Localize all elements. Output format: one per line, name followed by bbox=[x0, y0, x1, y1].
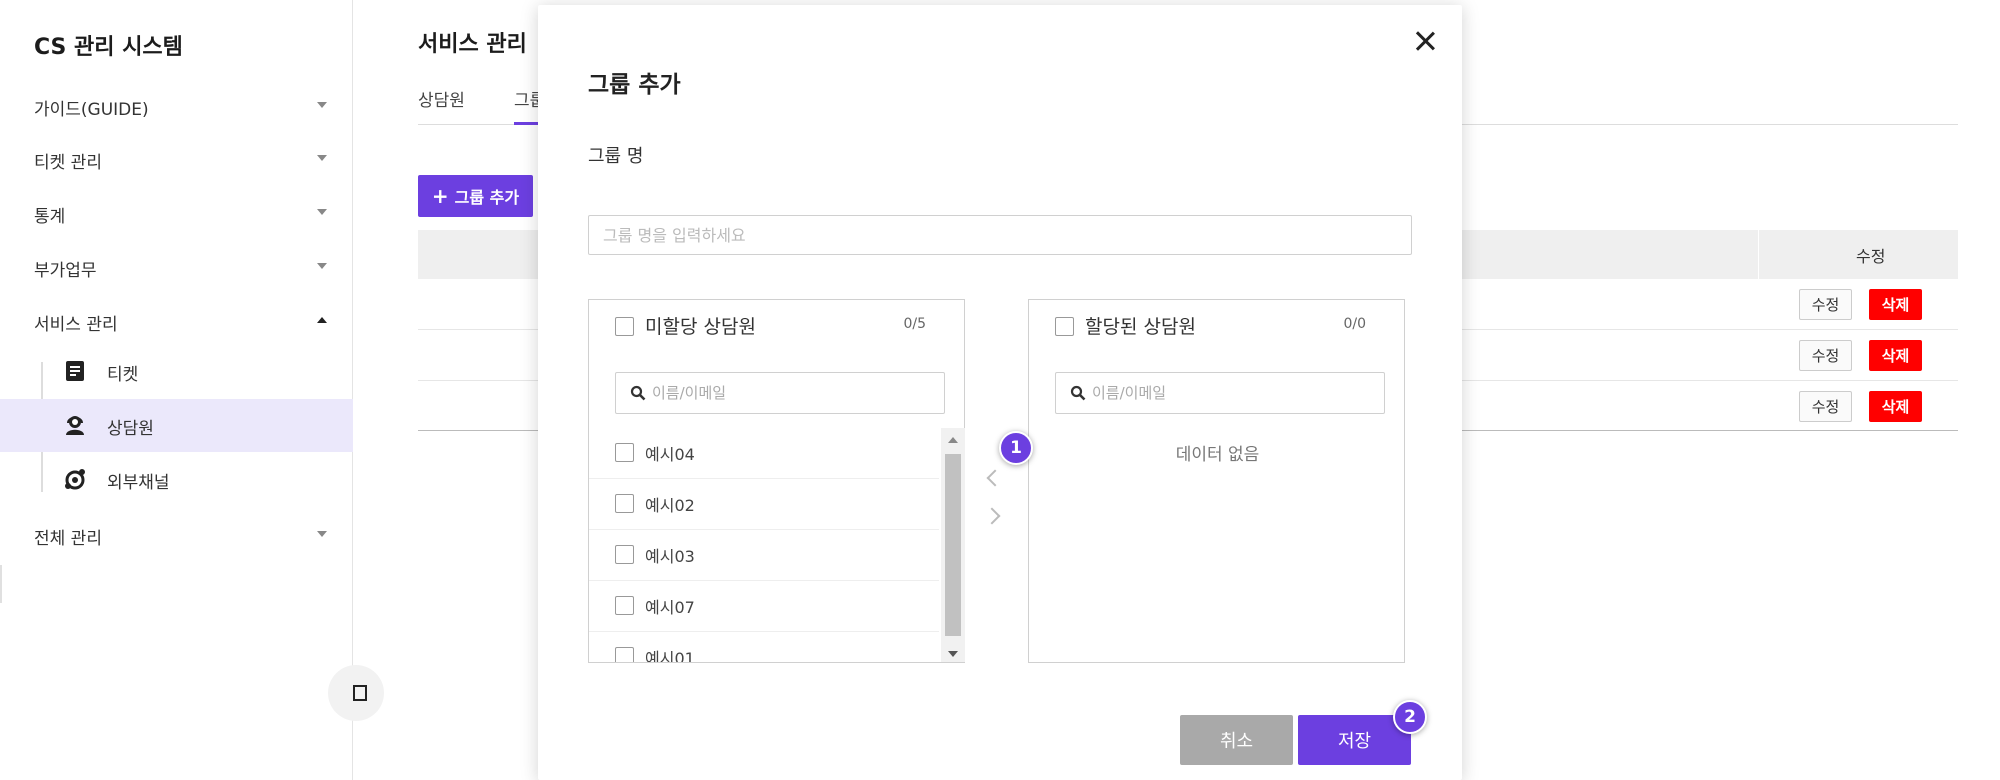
agent-name: 예시04 bbox=[645, 445, 695, 464]
unassigned-panel-title: 미할당 상담원 bbox=[645, 316, 756, 338]
unassigned-search-input[interactable] bbox=[652, 373, 932, 413]
sidebar-edge-marker bbox=[0, 565, 2, 603]
sidebar-item-label: 티켓 관리 bbox=[34, 153, 102, 173]
chevron-down-icon bbox=[317, 263, 327, 269]
unassigned-agents-panel: 미할당 상담원 0/5 예시04 예시02 예시03 bbox=[588, 299, 965, 663]
sidebar-subitem-ticket[interactable]: 티켓 bbox=[0, 345, 353, 398]
agent-name: 예시01 bbox=[645, 649, 695, 662]
group-name-input[interactable] bbox=[588, 215, 1412, 255]
sidebar-item-statistics[interactable]: 통계 bbox=[0, 187, 353, 239]
agent-checkbox[interactable] bbox=[615, 545, 634, 564]
sidebar-item-label: 서비스 관리 bbox=[34, 315, 118, 335]
agent-name: 예시02 bbox=[645, 496, 695, 515]
sidebar-subitem-external-channel[interactable]: 외부채널 bbox=[0, 453, 353, 506]
sidebar-item-label: 전체 관리 bbox=[34, 529, 102, 549]
list-item[interactable]: 예시04 bbox=[589, 428, 939, 479]
sidebar: CS 관리 시스템 가이드(GUIDE) 티켓 관리 통계 부가업무 서비스 관… bbox=[0, 0, 353, 780]
list-item[interactable]: 예시03 bbox=[589, 530, 939, 581]
ticket-icon bbox=[66, 361, 84, 381]
channel-icon bbox=[65, 469, 85, 490]
add-group-button[interactable]: + 그룹 추가 bbox=[418, 175, 533, 217]
chevron-down-icon bbox=[317, 531, 327, 537]
assigned-agents-panel: 할당된 상담원 0/0 데이터 없음 bbox=[1028, 299, 1405, 663]
delete-button[interactable]: 삭제 bbox=[1869, 340, 1922, 371]
modal-title: 그룹 추가 bbox=[588, 72, 681, 98]
scroll-up-arrow-icon[interactable] bbox=[948, 437, 958, 443]
step-badge-2: 2 bbox=[1393, 700, 1427, 734]
sidebar-item-ticket-management[interactable]: 티켓 관리 bbox=[0, 133, 353, 185]
page-title: 서비스 관리 bbox=[418, 32, 527, 57]
sidebar-item-additional-work[interactable]: 부가업무 bbox=[0, 241, 353, 293]
delete-button[interactable]: 삭제 bbox=[1869, 391, 1922, 422]
sidebar-toggle-button[interactable] bbox=[328, 665, 384, 721]
list-scrollbar[interactable] bbox=[941, 428, 965, 662]
group-name-label: 그룹 명 bbox=[588, 146, 644, 167]
agent-checkbox[interactable] bbox=[615, 443, 634, 462]
edit-button[interactable]: 수정 bbox=[1799, 340, 1852, 371]
scrollbar-thumb[interactable] bbox=[945, 454, 961, 636]
chevron-down-icon bbox=[317, 102, 327, 108]
agent-checkbox[interactable] bbox=[615, 647, 634, 662]
select-all-unassigned-checkbox[interactable] bbox=[615, 317, 634, 336]
close-icon[interactable] bbox=[1412, 27, 1440, 55]
assigned-panel-title: 할당된 상담원 bbox=[1085, 316, 1196, 338]
sidebar-item-overall-management[interactable]: 전체 관리 bbox=[0, 509, 353, 561]
edit-button[interactable]: 수정 bbox=[1799, 391, 1852, 422]
chevron-down-icon bbox=[317, 155, 327, 161]
search-icon bbox=[630, 385, 646, 401]
assigned-search-input[interactable] bbox=[1092, 373, 1372, 413]
scroll-down-arrow-icon[interactable] bbox=[948, 651, 958, 657]
sidebar-subitem-agent[interactable]: 상담원 bbox=[0, 399, 353, 452]
move-left-chevron-icon[interactable] bbox=[986, 469, 1004, 487]
sidebar-item-label: 부가업무 bbox=[34, 261, 97, 281]
agent-name: 예시07 bbox=[645, 598, 695, 617]
delete-button[interactable]: 삭제 bbox=[1869, 289, 1922, 320]
agent-name: 예시03 bbox=[645, 547, 695, 566]
list-item[interactable]: 예시01 bbox=[589, 632, 939, 662]
chevron-down-icon bbox=[317, 209, 327, 215]
add-group-button-label: 그룹 추가 bbox=[454, 188, 520, 207]
panel-toggle-icon bbox=[353, 685, 367, 701]
sidebar-subitem-label: 상담원 bbox=[107, 419, 154, 439]
list-item[interactable]: 예시07 bbox=[589, 581, 939, 632]
search-icon bbox=[1070, 385, 1086, 401]
step-badge-1: 1 bbox=[999, 431, 1033, 465]
agent-icon bbox=[66, 416, 84, 435]
table-header-separator bbox=[1758, 230, 1759, 279]
unassigned-count: 0/5 bbox=[903, 316, 926, 332]
chevron-up-icon bbox=[317, 317, 327, 323]
assigned-search bbox=[1055, 372, 1385, 414]
sidebar-subitem-label: 티켓 bbox=[107, 365, 139, 385]
move-right-chevron-icon[interactable] bbox=[983, 507, 1001, 525]
select-all-assigned-checkbox[interactable] bbox=[1055, 317, 1074, 336]
add-group-modal: 그룹 추가 그룹 명 미할당 상담원 0/5 예시04 예시02 bbox=[538, 5, 1462, 780]
assigned-count: 0/0 bbox=[1343, 316, 1366, 332]
unassigned-agent-list: 예시04 예시02 예시03 예시07 예시01 bbox=[589, 428, 939, 662]
plus-icon: + bbox=[431, 184, 449, 208]
agent-checkbox[interactable] bbox=[615, 596, 634, 615]
sidebar-subitem-label: 외부채널 bbox=[107, 473, 170, 493]
unassigned-search bbox=[615, 372, 945, 414]
cancel-button[interactable]: 취소 bbox=[1180, 715, 1293, 765]
sidebar-item-label: 가이드(GUIDE) bbox=[34, 100, 149, 120]
sidebar-item-label: 통계 bbox=[34, 207, 66, 227]
empty-state-text: 데이터 없음 bbox=[1175, 445, 1260, 465]
sidebar-item-guide[interactable]: 가이드(GUIDE) bbox=[0, 80, 353, 132]
table-header-edit: 수정 bbox=[1856, 247, 1886, 266]
sidebar-item-service-management[interactable]: 서비스 관리 bbox=[0, 295, 353, 347]
agent-checkbox[interactable] bbox=[615, 494, 634, 513]
edit-button[interactable]: 수정 bbox=[1799, 289, 1852, 320]
tab-agents[interactable]: 상담원 bbox=[418, 86, 465, 111]
list-item[interactable]: 예시02 bbox=[589, 479, 939, 530]
app-title: CS 관리 시스템 bbox=[34, 35, 183, 60]
